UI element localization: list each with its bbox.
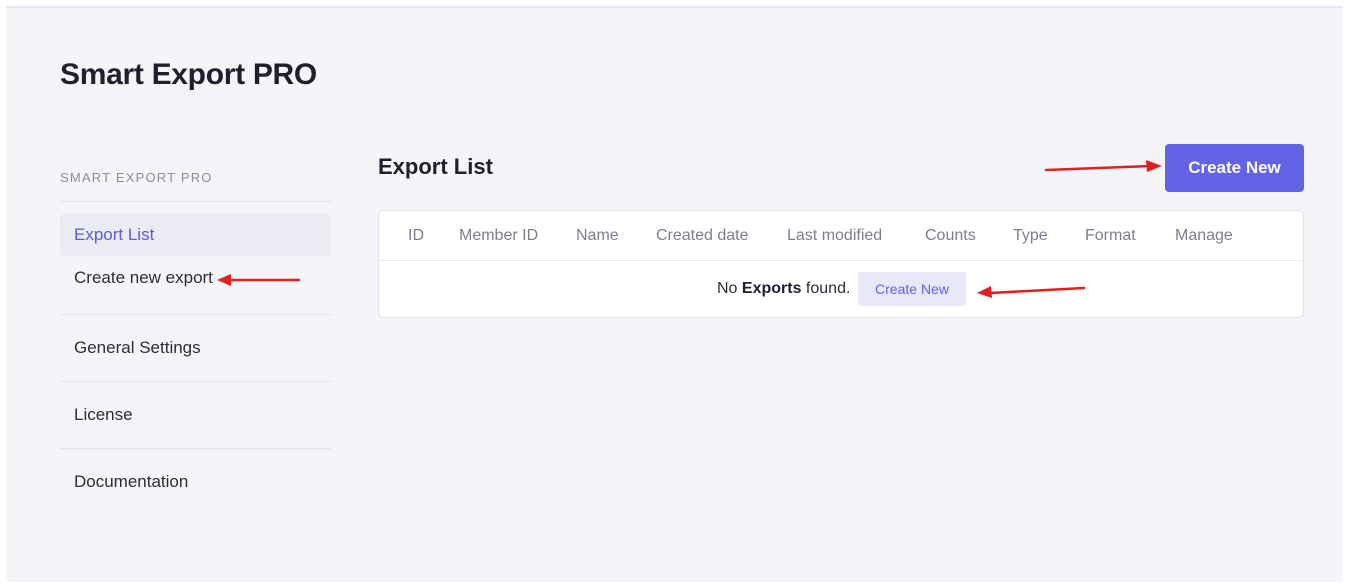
page-title: Smart Export PRO (60, 58, 317, 91)
column-header-last-modified: Last modified (787, 227, 883, 244)
annotation-arrow-left-icon (977, 286, 1086, 298)
column-header-name: Name (576, 227, 619, 244)
annotation-arrow-left-icon (217, 274, 301, 286)
empty-create-new-button[interactable]: Create New (858, 272, 966, 306)
column-header-created-date: Created date (656, 227, 749, 244)
empty-state-message: No Exports found. (717, 261, 850, 317)
sidebar: SMART EXPORT PRO Export List Create new … (60, 158, 331, 515)
nav-group-settings: General Settings (60, 315, 331, 382)
nav-group-license: License (60, 382, 331, 449)
column-header-type: Type (1013, 227, 1048, 244)
sidebar-item-license[interactable]: License (60, 382, 331, 448)
column-header-id: ID (408, 227, 424, 244)
empty-suffix: found. (801, 280, 851, 297)
sidebar-item-export-list[interactable]: Export List (60, 214, 331, 256)
empty-state-row: No Exports found. Create New (379, 261, 1303, 317)
empty-emphasis: Exports (741, 280, 802, 297)
column-header-member-id: Member ID (459, 227, 539, 244)
sidebar-item-general-settings[interactable]: General Settings (60, 315, 331, 381)
app-frame: Smart Export PRO SMART EXPORT PRO Export… (6, 6, 1343, 582)
empty-prefix: No (717, 280, 742, 297)
export-table: ID Member ID Name Created date Last modi… (378, 210, 1304, 318)
section-title: Export List (378, 154, 493, 179)
table-header-row: ID Member ID Name Created date Last modi… (379, 211, 1303, 261)
sidebar-heading: SMART EXPORT PRO (60, 158, 331, 202)
nav-group-docs: Documentation (60, 449, 331, 515)
sidebar-item-documentation[interactable]: Documentation (60, 449, 331, 515)
nav-group-export: Export List Create new export (60, 202, 331, 315)
annotation-arrow-right-icon (1044, 160, 1162, 172)
column-header-counts: Counts (925, 227, 976, 244)
column-header-manage: Manage (1175, 227, 1233, 244)
create-new-button[interactable]: Create New (1165, 144, 1304, 192)
column-header-format: Format (1085, 227, 1136, 244)
